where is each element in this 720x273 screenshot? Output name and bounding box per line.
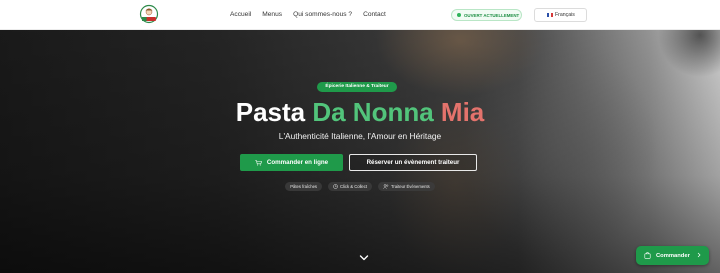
chevron-right-icon (697, 252, 701, 258)
nav-link-accueil[interactable]: Accueil (230, 11, 251, 19)
nav-link-contact[interactable]: Contact (363, 11, 386, 19)
floating-order-button[interactable]: Commander (636, 246, 709, 265)
hero-tagline-badge: Épicerie Italienne & Traiteur (317, 82, 397, 92)
hero-subtitle: L'Authenticité Italienne, l'Amour en Hér… (278, 131, 442, 141)
floating-order-label: Commander (656, 252, 690, 259)
users-icon (383, 184, 389, 189)
hero-background-image (0, 30, 720, 273)
language-label: Français (555, 12, 575, 18)
cart-icon (255, 159, 262, 166)
hero-title-part-da-nonna: Da Nonna (312, 97, 441, 127)
clock-icon (333, 184, 338, 189)
book-catering-event-button[interactable]: Réserver un évènement traiteur (349, 154, 477, 171)
hero-section: Épicerie Italienne & Traiteur Pasta Da N… (0, 30, 720, 273)
site-header: Accueil Menus Qui sommes-nous ? Contact … (0, 0, 720, 30)
hero-title-part-mia: Mia (440, 97, 485, 127)
chevron-down-icon[interactable] (359, 249, 369, 261)
chip-fresh-pasta: Pâtes fraîches (285, 182, 323, 191)
bag-icon (644, 252, 651, 259)
main-nav: Accueil Menus Qui sommes-nous ? Contact (230, 11, 397, 19)
chip-click-collect-label: Click & Collect (340, 184, 368, 189)
nav-link-qui-sommes-nous[interactable]: Qui sommes-nous ? (293, 11, 352, 19)
hero-title: Pasta Da Nonna Mia (0, 96, 720, 128)
nav-link-menus[interactable]: Menus (262, 11, 282, 19)
hero-title-part-pasta: Pasta (235, 97, 313, 127)
flag-fr-icon (547, 13, 553, 17)
chip-fresh-pasta-label: Pâtes fraîches (290, 184, 318, 189)
language-select[interactable]: Français (534, 8, 587, 22)
feature-chips: Pâtes fraîches Click & Collect Traiteur … (0, 182, 720, 191)
open-status-label: OUVERT ACTUELLEMENT (464, 12, 520, 18)
chip-catering-events-label: Traiteur Événements (391, 184, 430, 189)
open-status-badge: OUVERT ACTUELLEMENT (451, 9, 522, 21)
status-dot-icon (457, 13, 461, 17)
order-online-button[interactable]: Commander en ligne (240, 154, 343, 171)
logo-icon[interactable] (139, 4, 159, 26)
chip-catering-events: Traiteur Événements (378, 182, 435, 191)
order-online-label: Commander en ligne (266, 159, 329, 166)
chip-click-collect: Click & Collect (328, 182, 373, 191)
